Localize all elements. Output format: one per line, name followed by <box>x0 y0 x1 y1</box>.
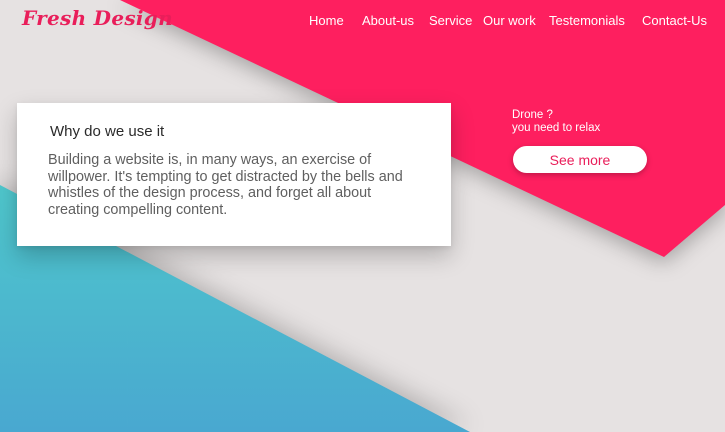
see-more-button[interactable]: See more <box>513 146 647 173</box>
promo-line-1: Drone ? <box>512 109 553 121</box>
nav-service[interactable]: Service <box>429 13 472 28</box>
nav-home[interactable]: Home <box>309 13 344 28</box>
nav-about-us[interactable]: About-us <box>362 13 414 28</box>
info-card: Why do we use it Building a website is, … <box>17 103 451 246</box>
nav-contact-us[interactable]: Contact-Us <box>642 13 707 28</box>
nav-testimonials[interactable]: Testemonials <box>549 13 625 28</box>
card-title: Why do we use it <box>50 123 165 140</box>
main-nav: Home About-us Service Our work Testemoni… <box>0 13 725 31</box>
promo-line-2: you need to relax <box>512 122 601 134</box>
promo-text: Drone ? you need to relax <box>512 109 600 135</box>
card-body-text: Building a website is, in many ways, an … <box>48 152 403 218</box>
nav-our-work[interactable]: Our work <box>483 13 536 28</box>
